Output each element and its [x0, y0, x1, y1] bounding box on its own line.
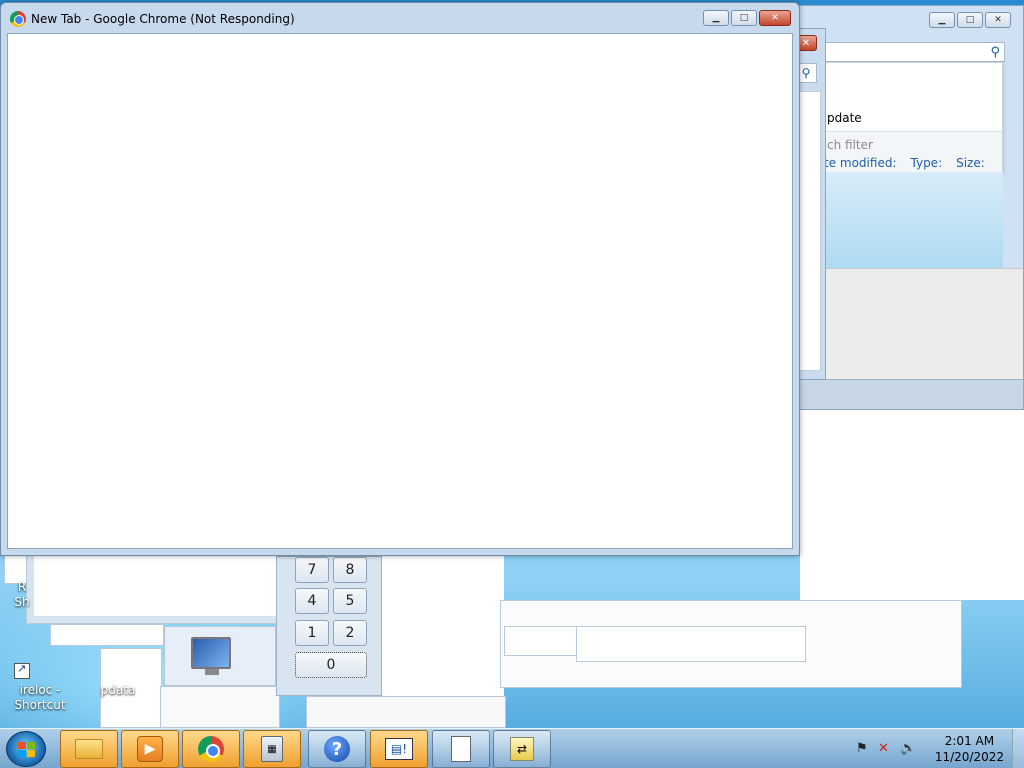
filter-size[interactable]: Size:	[956, 156, 985, 170]
calc-key-4[interactable]: 4	[295, 588, 329, 614]
search-filter-bar: ch filter te modified: Type: Size:	[824, 131, 1002, 173]
computer-icon-tile	[164, 626, 276, 686]
filter-type[interactable]: Type:	[911, 156, 943, 170]
folder-icon	[75, 739, 103, 759]
explorer-search-input[interactable]: ⚲	[821, 42, 1005, 62]
windows-logo-icon	[18, 742, 36, 758]
chrome-caption-buttons: ▁ □ ✕	[703, 10, 791, 26]
calc-key-5[interactable]: 5	[333, 588, 367, 614]
start-button[interactable]	[6, 731, 46, 767]
stale-window-fragment	[160, 686, 280, 728]
desktop-icon-label-fragment[interactable]: R Sh	[12, 580, 32, 610]
chrome-icon	[198, 736, 224, 762]
calc-key-1[interactable]: 1	[295, 620, 329, 646]
stale-window-fragment	[306, 696, 506, 728]
computer-icon	[191, 637, 231, 669]
calculator-window-fragment: 7 8 4 5 1 2 0	[276, 556, 382, 696]
computer-stand	[205, 669, 219, 675]
search-icon: ⚲	[990, 44, 1000, 60]
stale-window-fragment	[50, 624, 164, 646]
explorer-content-pane	[823, 172, 1003, 268]
stale-window-fragment	[34, 556, 276, 616]
window-title: New Tab - Google Chrome (Not Responding)	[31, 12, 295, 26]
calculator-icon: ▦	[261, 736, 283, 762]
taskbar-dialog[interactable]: ▤!	[370, 730, 428, 768]
calc-key-8[interactable]: 8	[333, 557, 367, 583]
minimize-button[interactable]: ▁	[929, 12, 955, 28]
chrome-client-area	[7, 33, 793, 549]
show-desktop-button[interactable]	[1012, 729, 1024, 768]
taskbar: ▶ ▦ ? ▤! ⇄ ⚑ ✕ 🔈 2:01 AM 11/20/2022	[0, 728, 1024, 768]
taskbar-document[interactable]	[432, 730, 490, 768]
shortcut-arrow-icon[interactable]	[14, 662, 30, 679]
system-tray: ⚑ ✕ 🔈 2:01 AM 11/20/2022	[854, 729, 1024, 768]
document-icon	[451, 736, 471, 762]
taskbar-calculator[interactable]: ▦	[243, 730, 301, 768]
explorer-folder-title: pdate	[827, 111, 862, 125]
help-icon: ?	[324, 736, 350, 762]
explorer-caption-buttons: ▁ □ ✕	[929, 12, 1011, 28]
minimize-button[interactable]: ▁	[703, 10, 729, 26]
close-button[interactable]: ✕	[759, 10, 791, 26]
filter-date-modified[interactable]: te modified:	[824, 156, 897, 170]
taskbar-chrome[interactable]	[182, 730, 240, 768]
volume-icon[interactable]: 🔈	[900, 741, 916, 756]
chrome-window: New Tab - Google Chrome (Not Responding)…	[0, 2, 800, 556]
close-button[interactable]: ✕	[985, 12, 1011, 28]
maximize-button[interactable]: □	[957, 12, 983, 28]
media-icon: ▶	[137, 736, 163, 762]
clock-time: 2:01 AM	[944, 734, 995, 748]
taskbar-help[interactable]: ?	[308, 730, 366, 768]
stale-window-fragment	[576, 626, 806, 662]
taskbar-media[interactable]: ▶	[121, 730, 179, 768]
explorer-bottom-bar	[791, 379, 1023, 409]
calc-key-7[interactable]: 7	[295, 557, 329, 583]
stale-window-fragment	[800, 410, 1024, 600]
network-disconnected-icon[interactable]: ✕	[878, 741, 889, 756]
explorer-details-pane	[823, 268, 1023, 380]
dialog-icon: ▤!	[385, 738, 413, 760]
search-filter-label[interactable]: ch filter	[827, 138, 873, 152]
network-icon: ⇄	[510, 737, 534, 761]
taskbar-explorer[interactable]	[60, 730, 118, 768]
calc-key-0[interactable]: 0	[295, 652, 367, 678]
clock-date: 11/20/2022	[934, 750, 1004, 764]
chrome-icon	[10, 11, 26, 27]
action-center-icon[interactable]: ⚑	[856, 741, 868, 756]
explorer-search-panel: pdate ch filter te modified: Type: Size:	[823, 62, 1003, 173]
taskbar-clock[interactable]: 2:01 AM 11/20/2022	[935, 733, 1004, 765]
maximize-button[interactable]: □	[731, 10, 757, 26]
desktop-shortcut-label[interactable]: ireloc - Shortcut	[10, 683, 70, 713]
filter-columns: te modified: Type: Size:	[824, 156, 985, 170]
desktop-folder-label[interactable]: pdata	[98, 683, 138, 698]
calc-key-2[interactable]: 2	[333, 620, 367, 646]
chrome-title-bar[interactable]: New Tab - Google Chrome (Not Responding)…	[1, 3, 799, 33]
taskbar-network[interactable]: ⇄	[493, 730, 551, 768]
